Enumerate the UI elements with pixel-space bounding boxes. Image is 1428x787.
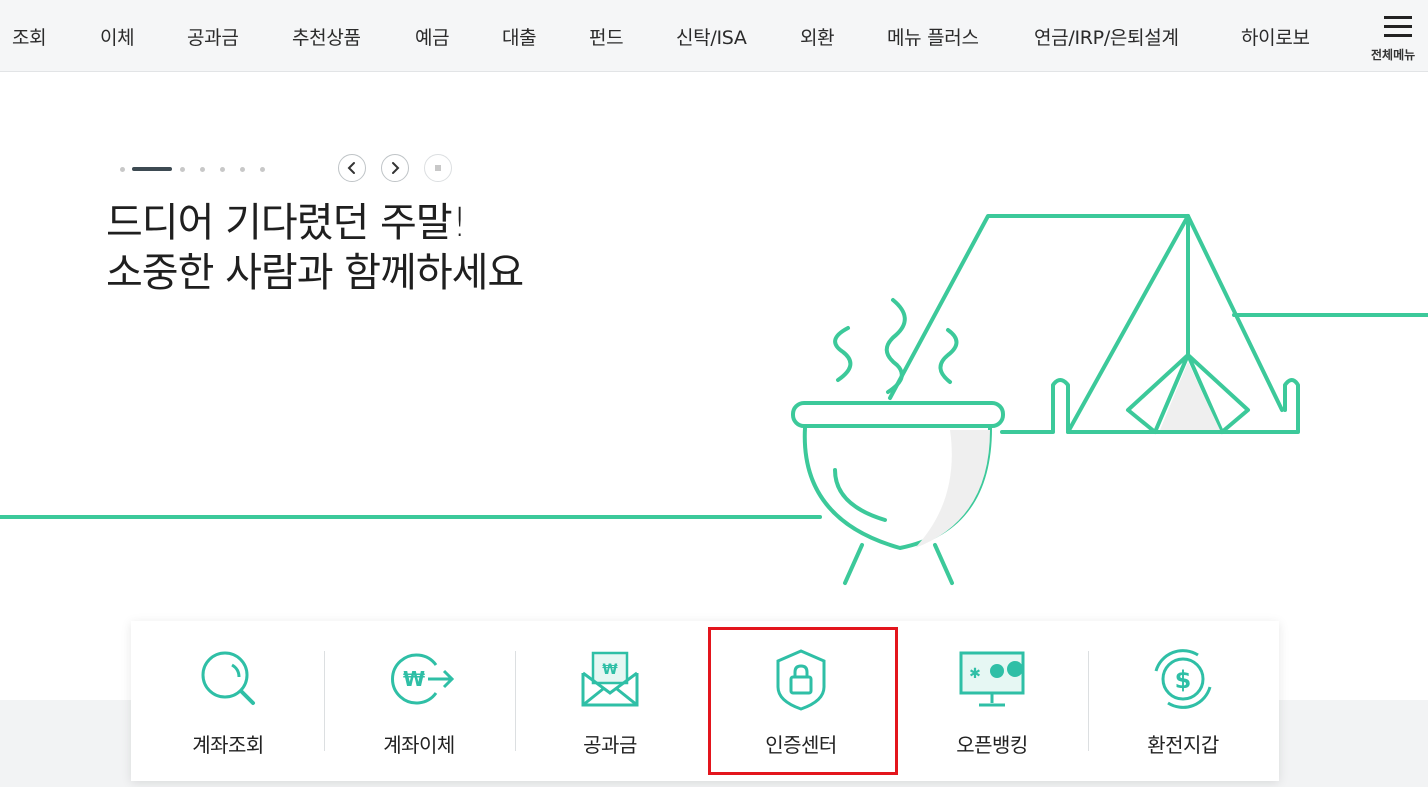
nav-item-deposit[interactable]: 예금	[415, 23, 450, 50]
slide-dot[interactable]	[200, 167, 205, 172]
nav-item-pension[interactable]: 연금/IRP/은퇴설계	[1034, 23, 1179, 50]
slide-dot[interactable]	[120, 167, 125, 172]
quick-item-label: 오픈뱅킹	[956, 733, 1028, 757]
hamburger-icon-bar	[1384, 34, 1412, 37]
quick-item-account-transfer[interactable]: ₩ 계좌이체	[324, 621, 514, 781]
slide-dot[interactable]	[240, 167, 245, 172]
nav-item-inquiry[interactable]: 조회	[12, 23, 47, 50]
camping-illustration	[0, 214, 1428, 585]
dollar-exchange-icon: $	[1154, 649, 1212, 709]
quick-item-certificate-center[interactable]: 인증센터	[706, 621, 896, 781]
quick-menu: 계좌조회 ₩ 계좌이체 ₩ 공과금 인증센터 ✱ 오픈뱅킹 $ 환전지갑	[131, 621, 1279, 781]
nav-item-menu-plus[interactable]: 메뉴 플러스	[887, 23, 979, 50]
prev-slide-button[interactable]	[338, 154, 366, 182]
hamburger-icon	[1384, 16, 1412, 19]
nav-item-transfer[interactable]: 이체	[100, 23, 135, 50]
quick-item-open-banking[interactable]: ✱ 오픈뱅킹	[897, 621, 1087, 781]
won-transfer-icon: ₩	[391, 653, 454, 705]
search-icon	[201, 651, 255, 705]
nav-item-hirobo[interactable]: 하이로보	[1241, 23, 1310, 50]
chevron-left-icon	[347, 162, 355, 174]
monitor-bank-icon: ✱	[959, 651, 1025, 707]
quick-item-account-inquiry[interactable]: 계좌조회	[133, 621, 323, 781]
top-nav: 조회 이체 공과금 추천상품 예금 대출 펀드 신탁/ISA 외환 메뉴 플러스…	[0, 0, 1428, 72]
stop-icon	[435, 165, 441, 171]
svg-text:$: $	[1175, 666, 1192, 694]
nav-item-fund[interactable]: 펀드	[589, 23, 624, 50]
nav-item-loan[interactable]: 대출	[502, 23, 537, 50]
next-slide-button[interactable]	[381, 154, 409, 182]
svg-text:₩: ₩	[403, 667, 425, 691]
quick-item-utility[interactable]: ₩ 공과금	[515, 621, 705, 781]
quick-item-label: 환전지갑	[1147, 733, 1219, 757]
chevron-right-icon	[392, 162, 400, 174]
quick-item-label: 공과금	[583, 733, 637, 757]
nav-item-utility[interactable]: 공과금	[187, 23, 239, 50]
slide-dot[interactable]	[220, 167, 225, 172]
quick-item-label: 인증센터	[765, 733, 837, 757]
slide-dot[interactable]	[260, 167, 265, 172]
lock-shield-icon	[776, 649, 826, 711]
svg-text:✱: ✱	[969, 666, 981, 682]
slide-dot[interactable]	[180, 167, 185, 172]
nav-item-trust-isa[interactable]: 신탁/ISA	[676, 23, 747, 50]
nav-item-forex[interactable]: 외환	[800, 23, 835, 50]
all-menu-label: 전체메뉴	[1371, 48, 1416, 62]
quick-item-label: 계좌조회	[192, 733, 264, 757]
won-envelope-icon: ₩	[581, 651, 639, 707]
nav-item-recommend[interactable]: 추천상품	[292, 23, 361, 50]
stop-slide-button[interactable]	[424, 154, 452, 182]
svg-text:₩: ₩	[602, 662, 618, 678]
slide-dot-active[interactable]	[132, 167, 172, 171]
all-menu-button[interactable]: 전체메뉴	[1366, 10, 1428, 68]
hamburger-icon-bar	[1384, 25, 1412, 28]
quick-item-exchange-wallet[interactable]: $ 환전지갑	[1088, 621, 1278, 781]
quick-item-label: 계좌이체	[383, 733, 455, 757]
